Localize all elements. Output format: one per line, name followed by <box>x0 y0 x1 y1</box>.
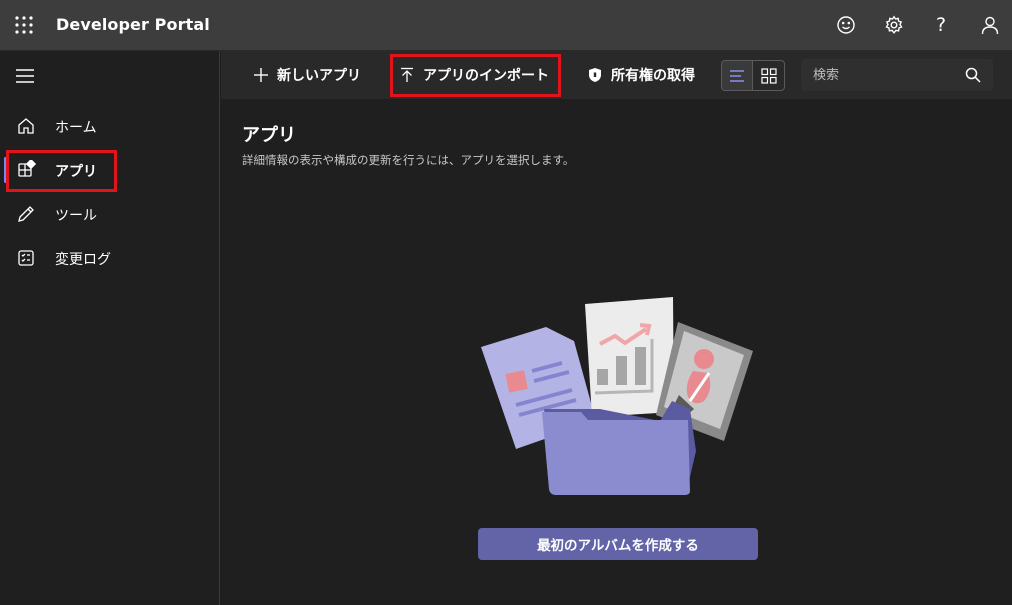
page-subtitle: 詳細情報の表示や構成の更新を行うには、アプリを選択します。 <box>242 153 575 167</box>
changelog-icon <box>18 250 34 266</box>
sidebar-item-changelog[interactable]: 変更ログ <box>0 238 219 278</box>
page-title: アプリ <box>242 125 296 146</box>
grid-view-icon <box>760 67 777 84</box>
sidebar-item-label: ホーム <box>55 120 97 136</box>
shield-icon <box>589 68 601 82</box>
list-view-button[interactable] <box>722 61 754 90</box>
search-input[interactable] <box>801 59 961 91</box>
home-icon <box>18 118 34 134</box>
sidebar-item-label: アプリ <box>55 164 97 180</box>
upload-icon <box>401 67 413 82</box>
main-content: アプリ 詳細情報の表示や構成の更新を行うには、アプリを選択します。 最初のアルバ… <box>221 99 1012 605</box>
search-box <box>801 59 993 91</box>
hamburger-menu-icon[interactable] <box>16 69 34 83</box>
take-ownership-button[interactable]: 所有権の取得 <box>587 63 695 87</box>
smiley-icon[interactable] <box>834 13 858 37</box>
help-glyph: ? <box>935 14 947 36</box>
list-view-icon <box>730 69 744 82</box>
gear-icon[interactable] <box>882 13 906 37</box>
empty-state-illustration <box>481 297 753 495</box>
view-toggle <box>721 60 785 91</box>
grid-view-button[interactable] <box>753 61 784 90</box>
sidebar-item-label: 変更ログ <box>55 252 111 268</box>
create-first-album-button[interactable]: 最初のアルバムを作成する <box>478 528 758 560</box>
sidebar-item-apps[interactable]: アプリ <box>0 150 219 190</box>
sidebar-item-tools[interactable]: ツール <box>0 194 219 234</box>
active-indicator <box>4 157 7 183</box>
sidebar-item-home[interactable]: ホーム <box>0 106 219 146</box>
import-app-button[interactable]: アプリのインポート <box>399 63 549 87</box>
waffle-icon[interactable] <box>14 15 34 35</box>
command-bar: 新しいアプリ アプリのインポート 所有権の取得 <box>221 51 1012 99</box>
import-app-label: アプリのインポート <box>423 68 549 84</box>
pencil-icon <box>18 206 34 222</box>
plus-icon <box>254 68 268 82</box>
app-title: Developer Portal <box>56 15 210 34</box>
help-icon[interactable]: ? <box>929 13 953 37</box>
person-icon[interactable] <box>978 13 1002 37</box>
take-ownership-label: 所有権の取得 <box>611 68 695 84</box>
new-app-button[interactable]: 新しいアプリ <box>253 63 361 87</box>
top-bar: Developer Portal ? <box>0 0 1012 51</box>
sidebar: ホーム アプリ ツール 変更ログ <box>0 51 220 605</box>
search-icon[interactable] <box>965 67 981 83</box>
sidebar-item-label: ツール <box>55 208 97 224</box>
folder-illustration <box>542 401 696 495</box>
new-app-label: 新しいアプリ <box>277 68 361 84</box>
apps-icon <box>18 160 36 177</box>
